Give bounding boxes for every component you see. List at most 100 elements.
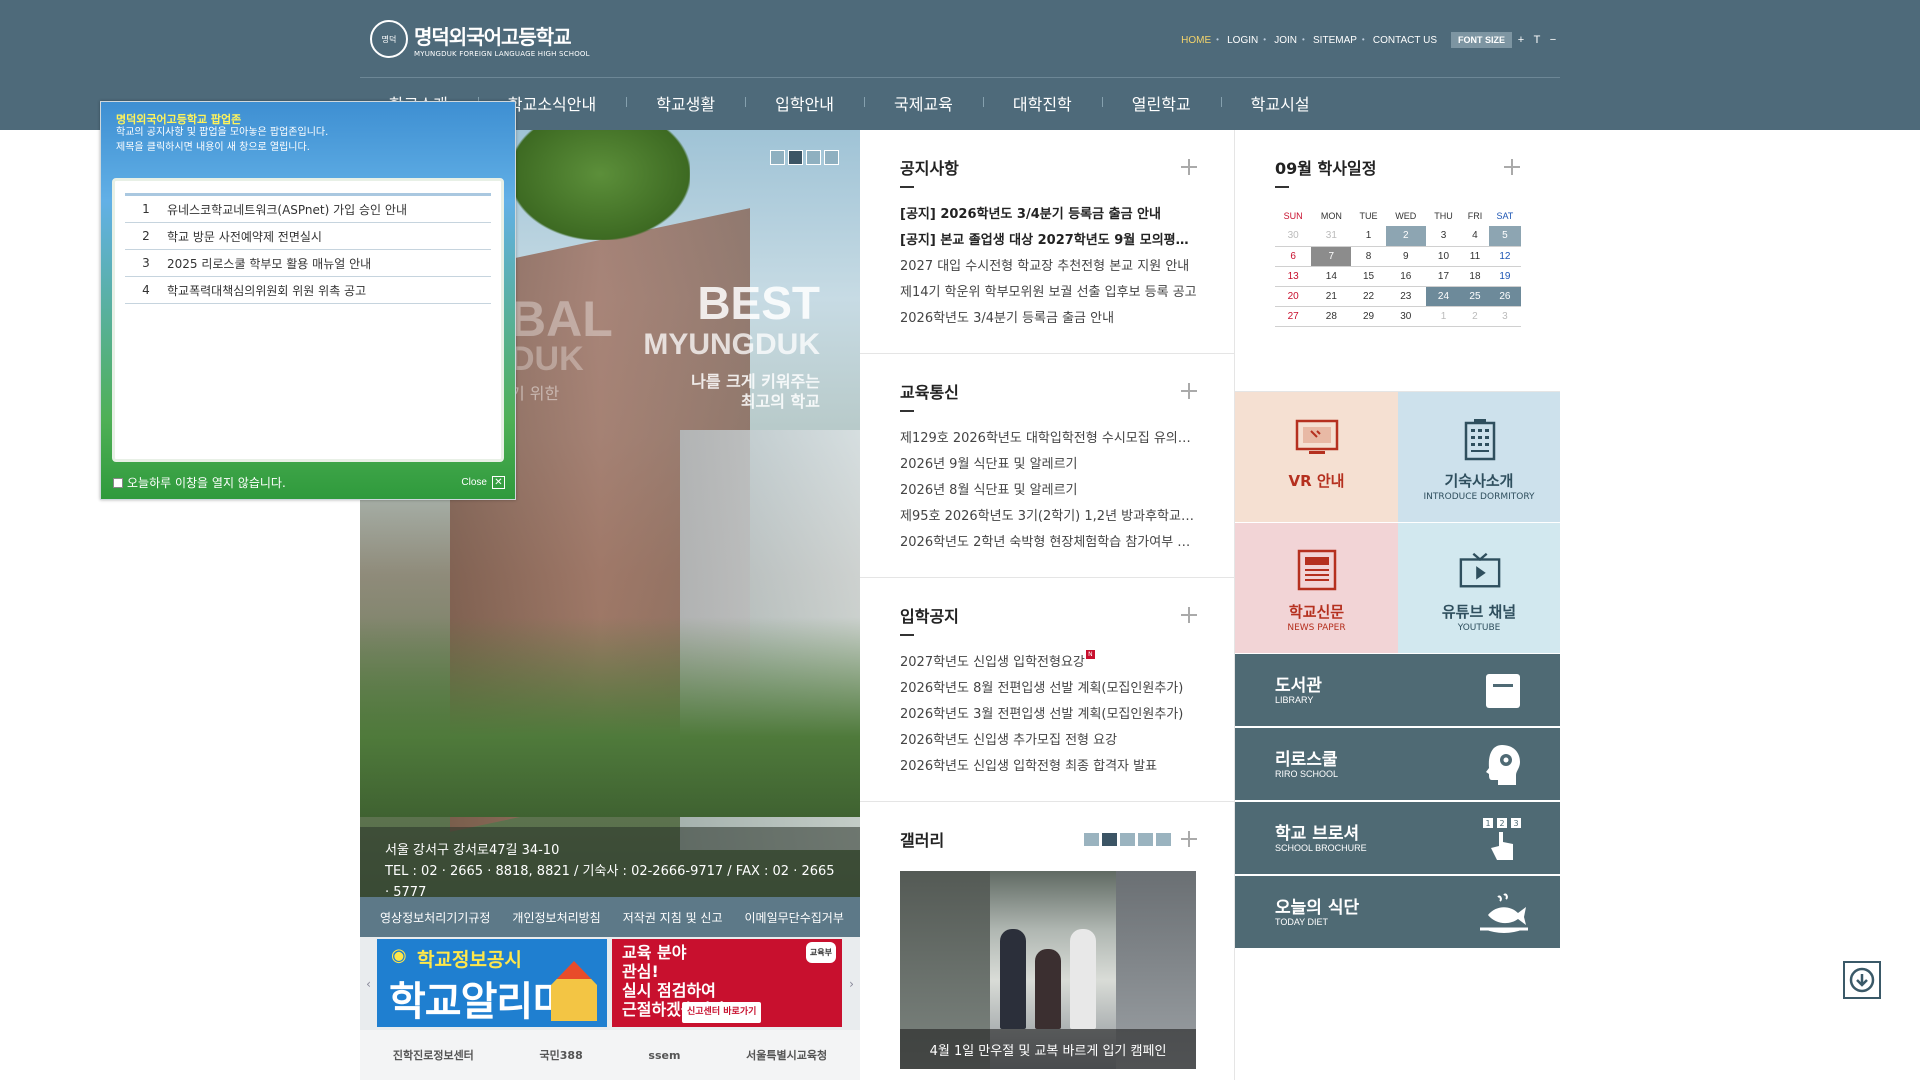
calendar-day-event[interactable]: 5 [1488,226,1521,247]
plus-icon[interactable] [1181,383,1197,399]
calendar-title[interactable]: 09월 학사일정 [1275,155,1376,179]
plus-icon[interactable] [1181,831,1197,847]
list-item[interactable]: 2026년 8월 식단표 및 알레르기 [900,478,1197,504]
banner-prev-button[interactable]: ‹ [360,937,377,1030]
dont-show-today-checkbox[interactable]: 오늘하루 이창을 열지 않습니다. [113,474,286,491]
partner-ssem[interactable]: ssem [648,1049,680,1062]
gallery-dot-active[interactable] [1102,832,1117,846]
report-center-banner[interactable]: 교육 분야 관심! 실시 점검하여 근절하겠습니다. 교육부 신고센터 바로가기 [612,939,842,1027]
copyright-link[interactable]: 저작권 지침 및 신고 [623,909,723,926]
calendar-day-event[interactable]: 26 [1488,286,1521,307]
partner-seoul-education[interactable]: 서울특별시교육청 [746,1047,827,1063]
list-item[interactable]: 2027 대입 수시전형 학교장 추천전형 본교 지원 안내 [900,254,1197,280]
join-link[interactable]: JOIN [1263,35,1305,46]
list-item[interactable]: 제95호 2026학년도 3기(2학기) 1,2년 방과후학교 안내 [900,504,1197,530]
calendar-day[interactable]: 12 [1488,246,1521,267]
email-refusal-link[interactable]: 이메일무단수집거부 [745,909,844,926]
calendar-day[interactable]: 3 [1425,226,1462,247]
calendar-day[interactable]: 9 [1385,246,1426,267]
youtube-tile[interactable]: 유튜브 채널 YOUTUBE [1398,523,1560,653]
cctv-policy-link[interactable]: 영상정보처리기기규정 [380,909,490,926]
popup-close-button[interactable]: Close ✕ [461,476,505,489]
list-item[interactable]: 2026학년도 신입생 입학전형 최종 합격자 발표 [900,754,1197,780]
calendar-day[interactable]: 29 [1351,306,1386,327]
calendar-day[interactable]: 23 [1385,286,1426,307]
calendar-day-event[interactable]: 25 [1461,286,1489,307]
list-item[interactable]: 제129호 2026학년도 대학입학전형 수시모집 유의사항 안내 [900,426,1197,452]
popup-list-item[interactable]: 2 학교 방문 사전예약제 전면실시 [125,223,491,250]
slider-dot-active[interactable] [788,150,803,165]
notice-title[interactable]: 공지사항 [900,155,959,179]
slider-dot[interactable] [806,150,821,165]
calendar-day[interactable]: 4 [1461,226,1489,247]
privacy-policy-link[interactable]: 개인정보처리방침 [512,909,600,926]
partner-388[interactable]: 국민388 [540,1047,583,1063]
calendar-day[interactable]: 22 [1351,286,1386,307]
calendar-day[interactable]: 6 [1275,246,1312,267]
calendar-day[interactable]: 20 [1275,286,1312,307]
gallery-dot[interactable] [1138,832,1153,846]
calendar-day-today[interactable]: 7 [1311,246,1352,267]
calendar-day[interactable]: 27 [1275,306,1312,327]
diet-bar[interactable]: 오늘의 식단 TODAY DIET [1235,876,1560,949]
school-logo[interactable]: 명덕 명덕외국어고등학교 MYUNGDUK FOREIGN LANGUAGE H… [370,20,590,58]
calendar-day[interactable]: 16 [1385,266,1426,287]
calendar-day[interactable]: 30 [1385,306,1426,327]
list-item[interactable]: 2026학년도 3월 전편입생 선발 계획(모집인원추가) [900,702,1197,728]
nav-open-school[interactable]: 열린학교 [1103,91,1222,115]
partner-career-center[interactable]: 진학진로정보센터 [393,1047,474,1063]
nav-admission[interactable]: 입학안내 [746,91,865,115]
popup-list-item[interactable]: 3 2025 리로스쿨 학부모 활용 매뉴얼 안내 [125,250,491,277]
gallery-dot[interactable] [1084,832,1099,846]
nav-facilities[interactable]: 학교시설 [1222,91,1341,115]
calendar-day-event[interactable]: 2 [1385,226,1426,247]
sitemap-link[interactable]: SITEMAP [1302,35,1365,46]
list-item[interactable]: [공지] 본교 졸업생 대상 2027학년도 9월 모의평가 응시 안내 [900,228,1197,254]
calendar-day[interactable]: 10 [1425,246,1462,267]
calendar-day[interactable]: 17 [1425,266,1462,287]
library-bar[interactable]: 도서관 LIBRARY [1235,654,1560,727]
dorm-tile[interactable]: 기숙사소개 INTRODUCE DORMITORY [1398,392,1560,522]
list-item[interactable]: 2026년 9월 식단표 및 알레르기 [900,452,1197,478]
list-item[interactable]: [공지] 2026학년도 3/4분기 등록금 출금 안내 [900,202,1197,228]
calendar-day[interactable]: 1 [1351,226,1386,247]
school-info-banner[interactable]: ◉ 학교정보공시 학교알리미 [377,939,607,1027]
calendar-day[interactable]: 11 [1461,246,1489,267]
list-item[interactable]: 2027학년도 신입생 입학전형요강N [900,650,1197,676]
riro-bar[interactable]: 리로스쿨 RIRO SCHOOL [1235,728,1560,801]
popup-list-item[interactable]: 4 학교폭력대책심의위원회 위원 위촉 공고 [125,277,491,304]
gallery-photo[interactable]: 4월 1일 만우절 및 교복 바르게 입기 캠페인 [900,871,1196,1069]
checkbox-icon[interactable] [113,477,123,488]
slider-dot[interactable] [770,150,785,165]
banner-next-button[interactable]: › [843,937,860,1030]
plus-icon[interactable] [1181,607,1197,623]
vr-tile[interactable]: VR 안내 [1235,392,1398,522]
plus-icon[interactable] [1504,159,1520,175]
list-item[interactable]: 2026학년도 8월 전편입생 선발 계획(모집인원추가) [900,676,1197,702]
calendar-day[interactable]: 28 [1311,306,1352,327]
gallery-title[interactable]: 갤러리 [900,827,944,851]
scroll-down-button[interactable] [1843,961,1881,999]
edu-title[interactable]: 교육통신 [900,379,959,403]
nav-college[interactable]: 대학진학 [984,91,1103,115]
slider-dot[interactable] [824,150,839,165]
font-decrease-button[interactable]: − [1546,34,1560,46]
calendar-day[interactable]: 13 [1275,266,1312,287]
popup-list-item[interactable]: 1 유네스코학교네트워크(ASPnet) 가입 승인 안내 [125,196,491,223]
list-item[interactable]: 2026학년도 3/4분기 등록금 출금 안내 [900,306,1197,332]
login-link[interactable]: LOGIN [1216,35,1266,46]
font-increase-button[interactable]: + [1514,34,1528,46]
list-item[interactable]: 제14기 학운위 학부모위원 보궐 선출 입후보 등록 공고 [900,280,1197,306]
brochure-bar[interactable]: 학교 브로셔 SCHOOL BROCHURE 123 [1235,802,1560,875]
nav-school-life[interactable]: 학교생활 [627,91,747,115]
list-item[interactable]: 2026학년도 2학년 숙박형 현장체험학습 참가여부 조사 [900,530,1197,556]
admission-title[interactable]: 입학공지 [900,603,959,627]
calendar-day[interactable]: 15 [1351,266,1386,287]
gallery-dot[interactable] [1156,832,1171,846]
calendar-day[interactable]: 19 [1488,266,1521,287]
plus-icon[interactable] [1181,159,1197,175]
calendar-day-event[interactable]: 24 [1425,286,1462,307]
calendar-day[interactable]: 18 [1461,266,1489,287]
calendar-day[interactable]: 14 [1311,266,1352,287]
newspaper-tile[interactable]: 학교신문 NEWS PAPER [1235,523,1398,653]
